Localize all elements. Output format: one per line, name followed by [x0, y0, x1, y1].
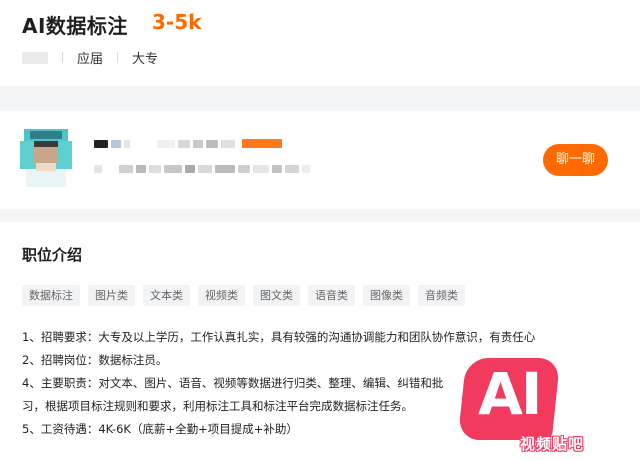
recruiter-company-redacted — [94, 165, 310, 173]
job-tag[interactable]: 视频类 — [198, 285, 245, 306]
recruiter-name-redacted — [94, 139, 282, 148]
job-tag[interactable]: 图片类 — [88, 285, 135, 306]
watermark-text: 视频贴吧 — [520, 435, 585, 453]
description-line: 1、招聘要求：大专及以上学历，工作认真扎实，具有较强的沟通协调能力和团队协作意识… — [22, 330, 536, 344]
job-salary: 3-5k — [152, 10, 202, 34]
job-header-card: AI数据标注 3-5k 应届 大专 — [0, 0, 640, 86]
meta-divider — [117, 52, 119, 63]
section-title: 职位介绍 — [22, 246, 83, 264]
location-redacted — [22, 51, 48, 64]
job-meta: 应届 大专 — [22, 48, 158, 67]
job-tag[interactable]: 语音类 — [308, 285, 355, 306]
job-experience: 应届 — [77, 52, 104, 67]
job-education: 大专 — [132, 52, 159, 67]
description-line: 2、招聘岗位：数据标注员。 — [22, 353, 168, 367]
job-title: AI数据标注 — [22, 14, 128, 38]
job-tag[interactable]: 数据标注 — [22, 285, 80, 306]
job-tag[interactable]: 图像类 — [363, 285, 410, 306]
meta-divider — [62, 52, 63, 63]
recruiter-avatar[interactable] — [20, 127, 72, 187]
job-tags: 数据标注 图片类 文本类 视频类 图文类 语音类 图像类 音频类 — [22, 285, 465, 306]
chat-button[interactable]: 聊一聊 — [543, 144, 608, 176]
job-tag[interactable]: 音频类 — [418, 285, 465, 306]
job-tag[interactable]: 图文类 — [253, 285, 300, 306]
watermark-logo-text: AI — [478, 360, 542, 428]
job-tag[interactable]: 文本类 — [143, 285, 190, 306]
